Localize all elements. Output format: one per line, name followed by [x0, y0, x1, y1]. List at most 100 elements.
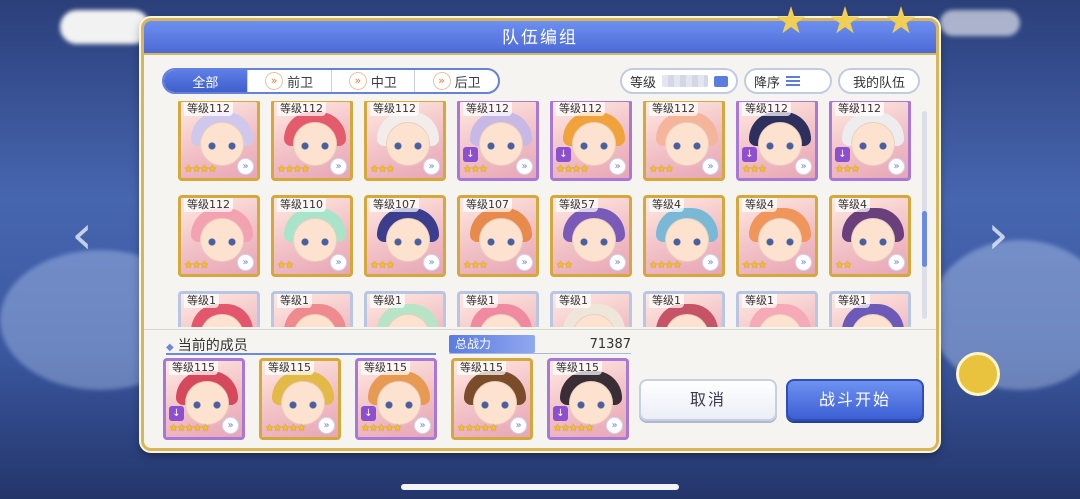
tab-label: 中卫: [370, 75, 397, 91]
members-underline: [166, 353, 436, 355]
character-card[interactable]: 等级112 ★★★ » ↓: [736, 101, 818, 181]
character-card[interactable]: 等级1»: [271, 291, 353, 327]
character-card[interactable]: 等级1»: [829, 291, 911, 327]
portrait-eyes: [193, 401, 221, 409]
character-card[interactable]: 等级107 ★★★ »: [457, 195, 539, 277]
character-level: 等级115: [553, 361, 602, 375]
position-chevron-icon: »: [237, 158, 254, 175]
character-card[interactable]: 等级112 ★★★★ »: [178, 101, 260, 181]
character-card[interactable]: 等级4 ★★ »: [829, 195, 911, 277]
character-level: 等级112: [370, 102, 419, 116]
position-chevron-icon: »: [222, 417, 239, 434]
cancel-button[interactable]: 取消: [639, 379, 777, 421]
character-card[interactable]: 等级115 ★★★★★ » ↓: [355, 358, 437, 440]
star-rating: ★★★: [835, 164, 860, 175]
character-level: 等级1: [649, 294, 684, 308]
character-card[interactable]: 等级115 ★★★★★ »: [259, 358, 341, 440]
character-card[interactable]: 等级1»: [736, 291, 818, 327]
portrait-eyes: [577, 401, 605, 409]
tab-0[interactable]: 全部: [164, 70, 248, 92]
limit-break-icon: ↓: [361, 406, 376, 421]
dialog-title: 队伍编组: [502, 28, 578, 48]
sort-order-button[interactable]: 降序: [744, 68, 832, 94]
character-card[interactable]: 等级1»: [550, 291, 632, 327]
star-rating: ★★★★★: [553, 423, 594, 434]
current-members-label: 当前的成员: [177, 338, 248, 354]
character-level: 等级4: [742, 198, 777, 212]
total-power-label: 总战力: [449, 335, 535, 353]
character-level: 等级1: [370, 294, 405, 308]
section-divider: [144, 329, 936, 330]
limit-break-icon: ↓: [463, 147, 478, 162]
diamond-icon: ◆: [166, 342, 174, 353]
star-rating: ★★★★★: [265, 423, 306, 434]
character-card[interactable]: 等级1»: [457, 291, 539, 327]
character-card[interactable]: 等级112 ★★★ »: [643, 101, 725, 181]
character-card[interactable]: 等级112 ★★★★ »: [271, 101, 353, 181]
character-level: 等级115: [361, 361, 410, 375]
character-card[interactable]: 等级112 ★★★ »: [178, 195, 260, 277]
character-card[interactable]: 等级115 ★★★★★ » ↓: [163, 358, 245, 440]
position-chevron-icon: »: [414, 417, 431, 434]
tab-1[interactable]: » 前卫: [248, 70, 332, 92]
star-rating: ★★★: [742, 260, 767, 271]
event-badge-icon: [956, 352, 1000, 396]
limit-break-icon: ↓: [169, 406, 184, 421]
position-chevron-icon: »: [795, 254, 812, 271]
character-level: 等级115: [169, 361, 218, 375]
level-sort-button[interactable]: 等级: [620, 68, 738, 94]
character-card[interactable]: 等级112 ★★★★ » ↓: [550, 101, 632, 181]
position-chevron-icon: »: [702, 254, 719, 271]
my-team-button[interactable]: 我的队伍: [838, 68, 920, 94]
character-level: 等级115: [457, 361, 506, 375]
character-level: 等级112: [184, 198, 233, 212]
portrait-eyes: [394, 142, 422, 150]
character-level: 等级4: [835, 198, 870, 212]
position-chevron-icon: »: [888, 254, 905, 271]
tab-label: 后卫: [454, 75, 481, 91]
portrait-eyes: [289, 401, 317, 409]
battle-start-button[interactable]: 战斗开始: [786, 379, 924, 421]
character-card[interactable]: 等级4 ★★★ »: [736, 195, 818, 277]
character-card[interactable]: 等级1»: [364, 291, 446, 327]
character-card[interactable]: 等级57 ★★ »: [550, 195, 632, 277]
star-rating: ★★★: [370, 164, 395, 175]
portrait-eyes: [394, 238, 422, 246]
position-chevron-icon: »: [516, 158, 533, 175]
character-card[interactable]: 等级112 ★★★ » ↓: [457, 101, 539, 181]
character-card[interactable]: 等级110 ★★ »: [271, 195, 353, 277]
character-card[interactable]: 等级4 ★★★★ »: [643, 195, 725, 277]
character-level: 等级110: [277, 198, 326, 212]
roster-scroll-thumb[interactable]: [922, 211, 927, 267]
roster-scrollbar[interactable]: [922, 111, 927, 319]
position-chevron-icon: »: [265, 72, 284, 90]
total-power-value: 71387: [589, 336, 631, 352]
portrait-eyes: [859, 142, 887, 150]
position-chevron-icon: »: [888, 158, 905, 175]
limit-break-icon: ↓: [742, 147, 757, 162]
team-formation-dialog: 队伍编组 全部» 前卫» 中卫» 后卫 等级 降序 我的队伍 等级112 ★★★★» 等级…: [141, 18, 939, 451]
portrait-eyes: [859, 238, 887, 246]
character-card[interactable]: 等级1»: [178, 291, 260, 327]
star-rating: ★★★: [649, 164, 674, 175]
character-card[interactable]: 等级107 ★★★ »: [364, 195, 446, 277]
star-rating: ★★★★: [649, 260, 682, 271]
character-card[interactable]: 等级112 ★★★ » ↓: [829, 101, 911, 181]
position-chevron-icon: »: [432, 72, 451, 90]
chevron-right-icon: ›: [987, 203, 1009, 266]
position-chevron-icon: »: [237, 254, 254, 271]
character-card[interactable]: 等级112 ★★★ »: [364, 101, 446, 181]
power-underline: [449, 353, 631, 354]
star-rating: ★★★★: [184, 164, 217, 175]
character-card[interactable]: 等级1»: [643, 291, 725, 327]
character-level: 等级1: [184, 294, 219, 308]
limit-break-icon: ↓: [556, 147, 571, 162]
character-card[interactable]: 等级115 ★★★★★ » ↓: [547, 358, 629, 440]
portrait-eyes: [385, 401, 413, 409]
portrait-eyes: [766, 142, 794, 150]
character-card[interactable]: 等级115 ★★★★★ »: [451, 358, 533, 440]
character-level: 等级1: [742, 294, 777, 308]
tab-3[interactable]: » 后卫: [415, 70, 498, 92]
tab-2[interactable]: » 中卫: [332, 70, 416, 92]
character-level: 等级112: [742, 102, 791, 116]
